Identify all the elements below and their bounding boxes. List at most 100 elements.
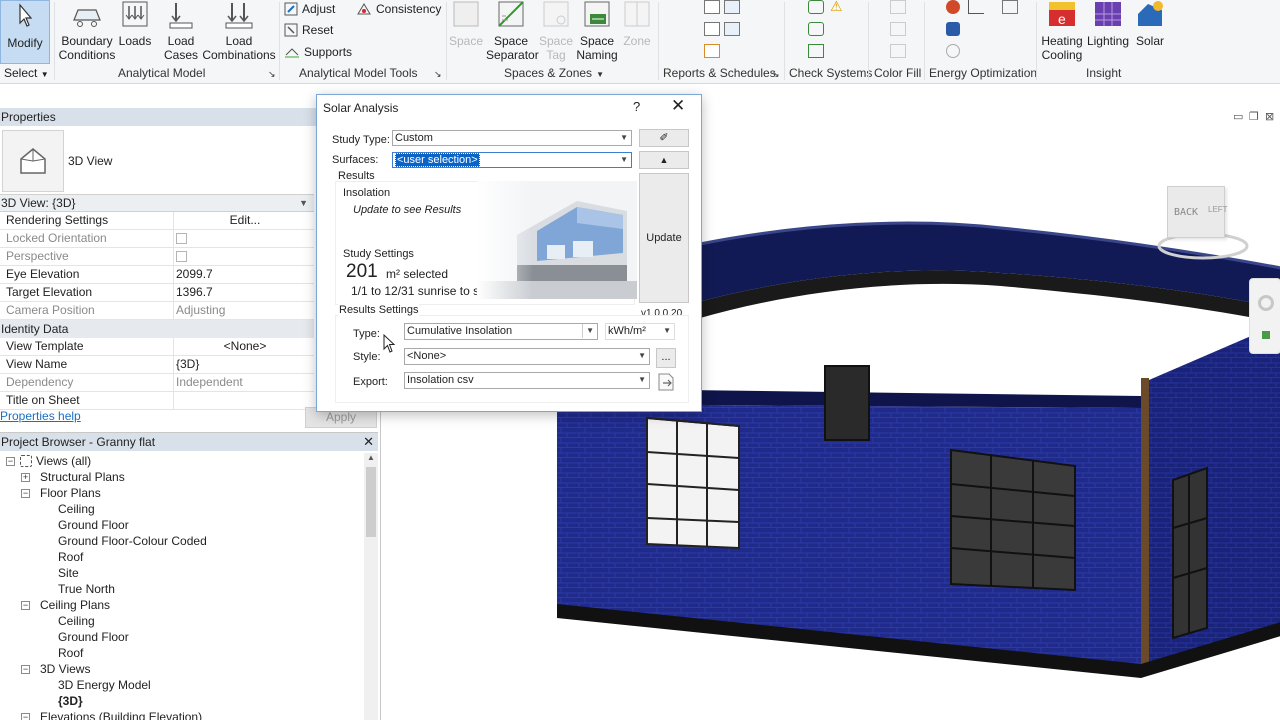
color-fill-icon-1[interactable]	[890, 0, 906, 14]
tree-item[interactable]: Roof	[0, 549, 362, 565]
solar-button[interactable]: Solar	[1132, 0, 1168, 48]
collapse-icon[interactable]: −	[21, 489, 30, 498]
panel-spaces-zones[interactable]: Spaces & Zones ▼	[504, 66, 604, 80]
study-settings-button[interactable]: ✐	[639, 129, 689, 147]
energy-analysis-icon[interactable]	[946, 44, 960, 58]
space-naming-button[interactable]: Space Naming	[574, 0, 620, 62]
viewcube-face[interactable]: BACK LEFT	[1167, 186, 1228, 238]
rendering-settings-edit-button[interactable]: Edit...	[174, 212, 314, 229]
viewcube[interactable]: BACK LEFT	[1157, 186, 1249, 260]
target-elevation-field[interactable]: 1396.7	[174, 284, 314, 301]
space-tag-button[interactable]: Space Tag	[538, 0, 574, 62]
energy-settings-icon[interactable]	[1002, 0, 1018, 14]
export-select[interactable]: Insolation csv ▼	[404, 372, 650, 389]
collapse-icon[interactable]: −	[21, 713, 30, 720]
modify-button[interactable]: Modify	[0, 0, 50, 64]
unit-select[interactable]: kWh/m² ▼	[605, 323, 675, 340]
supports-button[interactable]: Supports	[284, 43, 352, 61]
space-button[interactable]: Space	[448, 0, 484, 48]
tree-item[interactable]: Ceiling	[0, 613, 362, 629]
perspective-checkbox[interactable]	[176, 251, 187, 262]
space-separator-button[interactable]: Space Separator	[486, 0, 539, 62]
instance-selector[interactable]: 3D View: {3D} ▼	[0, 194, 314, 212]
color-fill-icon-2[interactable]	[890, 22, 906, 36]
load-combinations-button[interactable]: Load Combinations	[202, 0, 276, 62]
reset-button[interactable]: Reset	[284, 21, 333, 39]
tree-item[interactable]: − Views (all)	[0, 453, 362, 469]
collapse-icon[interactable]: −	[21, 665, 30, 674]
close-icon[interactable]: ✕	[363, 433, 374, 451]
schedule-icon-2[interactable]	[724, 22, 740, 36]
energy-globe-icon[interactable]	[946, 0, 960, 14]
load-cases-label-1: Load	[167, 34, 195, 48]
tree-item[interactable]: Site	[0, 565, 362, 581]
boundary-conditions-label-1: Boundary	[61, 34, 113, 48]
energy-chart-icon[interactable]	[968, 0, 984, 14]
tree-item[interactable]: − Elevations (Building Elevation)	[0, 709, 362, 720]
result-type-select[interactable]: Cumulative Insolation ▼	[404, 323, 598, 340]
report-icon-2[interactable]	[724, 0, 740, 14]
check-warnings-icon[interactable]: ⚠	[830, 0, 846, 14]
tree-item[interactable]: Ceiling	[0, 501, 362, 517]
dialog-close-button[interactable]: ✕	[671, 96, 685, 116]
zone-button[interactable]: Zone	[620, 0, 654, 48]
panel-launcher-analytical-model[interactable]: ↘	[268, 69, 276, 80]
scrollbar-thumb[interactable]	[366, 467, 376, 537]
camera-position-field[interactable]: Adjusting	[174, 302, 314, 319]
tree-item-label: Ceiling Plans	[40, 598, 111, 612]
zoom-icon[interactable]	[1262, 331, 1270, 339]
tree-item[interactable]: − Ceiling Plans	[0, 597, 362, 613]
collapse-icon[interactable]: −	[6, 457, 15, 466]
steering-wheel-icon[interactable]	[1258, 295, 1274, 311]
panel-launcher-analytical-model-tools[interactable]: ↘	[434, 69, 442, 80]
export-button[interactable]	[657, 373, 675, 391]
consistency-button[interactable]: Consistency	[356, 0, 441, 18]
lighting-button[interactable]: Lighting	[1086, 0, 1130, 48]
load-cases-button[interactable]: Load Cases	[160, 0, 202, 62]
help-icon[interactable]: ?	[633, 99, 640, 114]
tree-item[interactable]: + Structural Plans	[0, 469, 362, 485]
select-surfaces-button[interactable]: ▲	[639, 151, 689, 169]
select-dropdown[interactable]: Select ▼	[4, 66, 49, 82]
tree-item[interactable]: Ground Floor-Colour Coded	[0, 533, 362, 549]
collapse-icon[interactable]: −	[21, 601, 30, 610]
expand-icon[interactable]: +	[21, 473, 30, 482]
panel-launcher-reports-schedules[interactable]: ↘	[772, 69, 780, 80]
tree-item[interactable]: True North	[0, 581, 362, 597]
schedule-icon-3[interactable]	[704, 44, 720, 58]
report-icon-1[interactable]	[704, 0, 720, 14]
scroll-up-icon[interactable]: ▲	[364, 453, 378, 465]
energy-model-icon[interactable]	[946, 22, 960, 36]
properties-help-link[interactable]: Properties help	[0, 409, 81, 423]
tree-item[interactable]: − Floor Plans	[0, 485, 362, 501]
update-button[interactable]: Update	[639, 173, 689, 303]
adjust-button[interactable]: Adjust	[284, 0, 335, 18]
group-identity-data[interactable]: Identity Data	[0, 320, 314, 338]
check-ducts-icon[interactable]	[808, 0, 824, 14]
style-more-button[interactable]: ...	[656, 348, 676, 368]
tree-item[interactable]: 3D Energy Model	[0, 677, 362, 693]
tree-item[interactable]: Roof	[0, 645, 362, 661]
boundary-conditions-button[interactable]: Boundary Conditions	[56, 0, 118, 62]
heating-cooling-button[interactable]: e Heating Cooling	[1040, 0, 1084, 62]
browser-scrollbar[interactable]: ▲	[364, 453, 378, 720]
view-name-field[interactable]: {3D}	[174, 356, 314, 373]
check-circuits-icon[interactable]	[808, 44, 824, 58]
loads-button[interactable]: Loads	[118, 0, 152, 48]
tree-item[interactable]: Ground Floor	[0, 517, 362, 533]
title-on-sheet-field[interactable]	[174, 392, 314, 409]
tree-item[interactable]: {3D}	[0, 693, 362, 709]
tree-item[interactable]: Ground Floor	[0, 629, 362, 645]
schedule-icon-1[interactable]	[704, 22, 720, 36]
tree-item[interactable]: − 3D Views	[0, 661, 362, 677]
locked-orientation-checkbox[interactable]	[176, 233, 187, 244]
navigation-bar[interactable]	[1249, 278, 1280, 354]
style-select[interactable]: <None> ▼	[404, 348, 650, 365]
check-pipes-icon[interactable]	[808, 22, 824, 36]
eye-elevation-field[interactable]: 2099.7	[174, 266, 314, 283]
color-fill-icon-3[interactable]	[890, 44, 906, 58]
study-type-select[interactable]: Custom ▼	[392, 130, 632, 146]
dependency-field[interactable]: Independent	[174, 374, 314, 391]
view-template-button[interactable]: <None>	[174, 338, 314, 355]
surfaces-select[interactable]: <user selection> ▼	[392, 152, 632, 168]
